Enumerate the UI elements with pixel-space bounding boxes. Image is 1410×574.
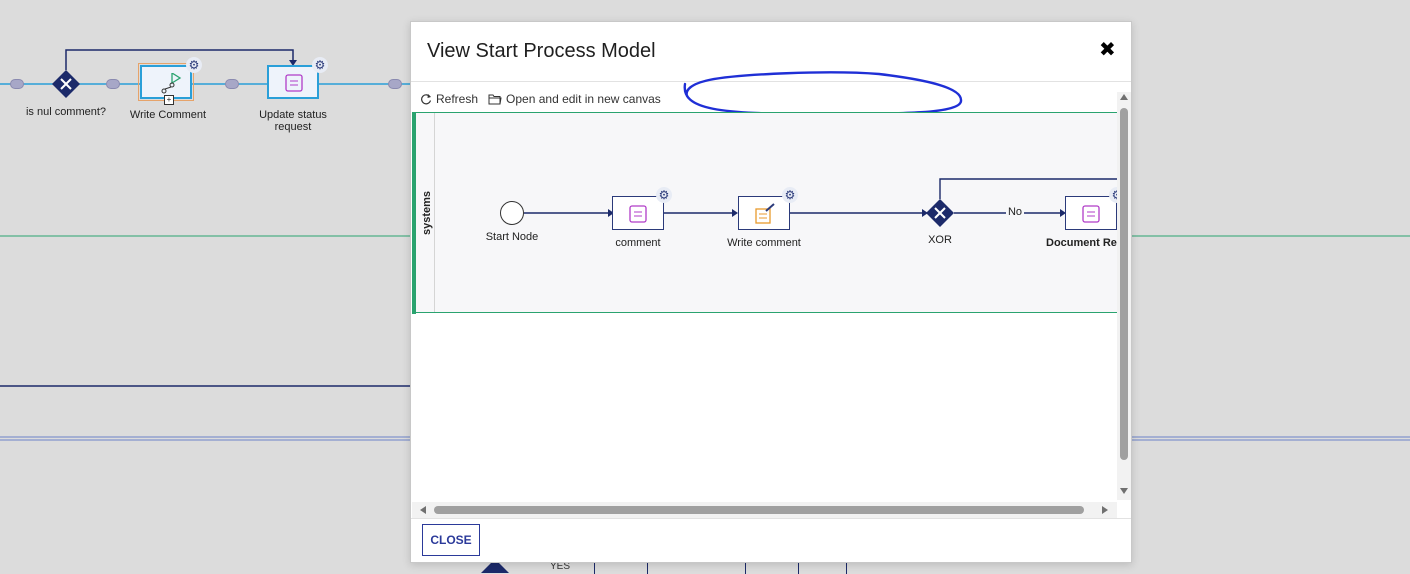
- form-edit-icon: [755, 203, 775, 224]
- xor-label: XOR: [928, 234, 952, 246]
- gear-icon[interactable]: ⚙: [782, 187, 798, 203]
- write-comment-label: Write comment: [727, 237, 801, 249]
- scroll-up-icon[interactable]: [1120, 94, 1128, 100]
- update-status-node[interactable]: [267, 65, 319, 99]
- modal-title: View Start Process Model: [427, 40, 656, 62]
- connector-icon[interactable]: [225, 79, 239, 89]
- script-icon: [285, 74, 303, 92]
- xor-gateway-icon[interactable]: [926, 199, 954, 227]
- connector-icon[interactable]: [388, 79, 402, 89]
- annotation-scribble: [683, 71, 963, 116]
- process-canvas[interactable]: systems Start Node ⚙ comment ⚙ Write com…: [412, 112, 1117, 502]
- open-label: Open and edit in new canvas: [506, 92, 661, 106]
- xor-gateway-icon[interactable]: [52, 70, 80, 98]
- start-process-modal: View Start Process Model ✖ Refresh Open …: [410, 21, 1132, 563]
- modal-toolbar: Refresh Open and edit in new canvas: [420, 90, 671, 108]
- horizontal-scrollbar[interactable]: [412, 502, 1117, 518]
- gear-icon[interactable]: ⚙: [186, 57, 202, 73]
- close-button[interactable]: CLOSE: [422, 524, 480, 556]
- scroll-right-icon[interactable]: [1102, 506, 1108, 514]
- connector-icon[interactable]: [106, 79, 120, 89]
- connector-icon[interactable]: [10, 79, 24, 89]
- script-icon: [629, 205, 647, 223]
- gear-icon[interactable]: ⚙: [312, 57, 328, 73]
- bottom-gateway-fragment-icon: [481, 563, 509, 573]
- refresh-label: Refresh: [436, 92, 479, 106]
- document-request-label: Document Req: [1046, 237, 1117, 249]
- expand-icon[interactable]: +: [164, 95, 174, 105]
- subprocess-icon: [161, 73, 182, 94]
- bottom-node-fragment: [745, 563, 799, 574]
- update-status-label: Update status request: [259, 109, 327, 133]
- write-comment-task[interactable]: [738, 196, 790, 230]
- gateway-label: is nul comment?: [25, 106, 107, 118]
- footer-divider: [411, 518, 1131, 519]
- bottom-node-fragment: [594, 563, 648, 574]
- folder-icon: [488, 94, 502, 105]
- gear-icon[interactable]: ⚙: [656, 187, 672, 203]
- write-comment-label: Write Comment: [129, 109, 207, 121]
- vertical-scroll-thumb[interactable]: [1120, 108, 1128, 460]
- scroll-down-icon[interactable]: [1120, 488, 1128, 494]
- swimlane-systems: systems Start Node ⚙ comment ⚙ Write com…: [412, 112, 1117, 314]
- vertical-scrollbar[interactable]: [1117, 92, 1131, 500]
- document-request-task[interactable]: [1065, 196, 1117, 230]
- edge-label-no: No: [1006, 206, 1024, 218]
- script-icon: [1082, 205, 1100, 223]
- open-in-new-canvas-button[interactable]: Open and edit in new canvas: [488, 92, 661, 106]
- close-icon[interactable]: ✖: [1099, 40, 1116, 60]
- horizontal-scroll-thumb[interactable]: [434, 506, 1084, 514]
- bottom-line-fragment: [846, 563, 847, 574]
- comment-label: comment: [615, 237, 661, 249]
- refresh-button[interactable]: Refresh: [420, 92, 478, 106]
- comment-task[interactable]: [612, 196, 664, 230]
- refresh-icon: [421, 94, 432, 105]
- start-node[interactable]: [500, 201, 524, 225]
- start-node-label: Start Node: [485, 231, 539, 243]
- scroll-left-icon[interactable]: [420, 506, 426, 514]
- write-comment-node[interactable]: +: [138, 63, 194, 105]
